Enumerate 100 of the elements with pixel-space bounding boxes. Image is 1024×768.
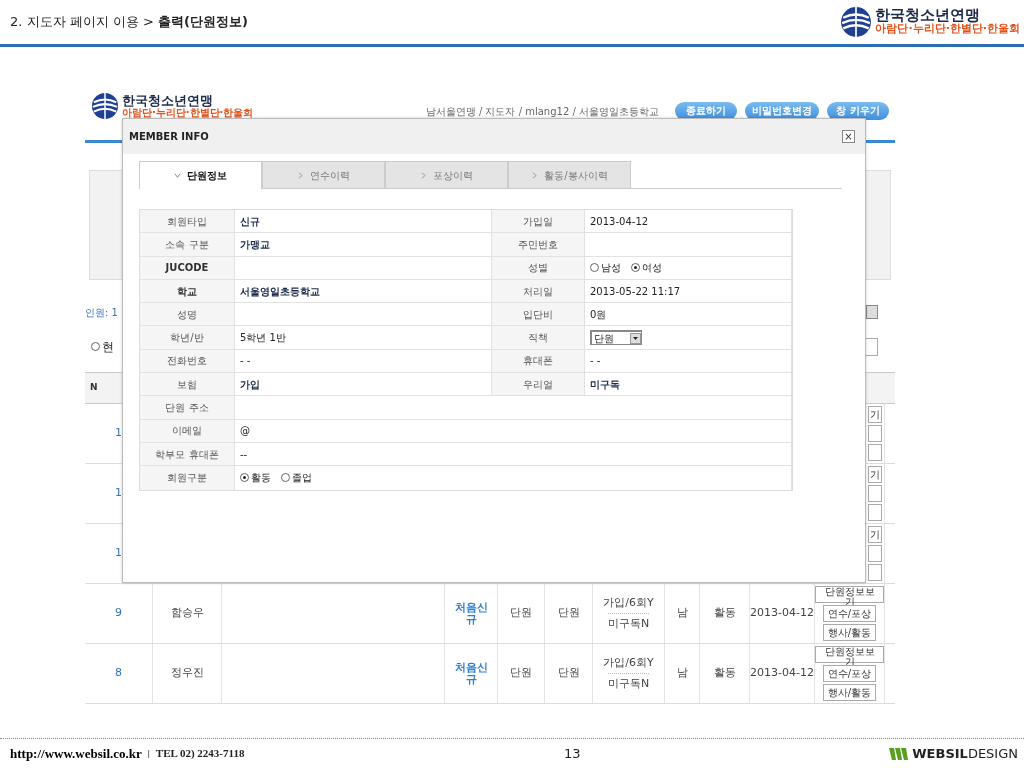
radio-label: 현 (102, 338, 114, 356)
field-label: 휴대폰 (523, 354, 553, 369)
table-cell: 단원 (557, 605, 580, 622)
row-button[interactable]: 기 (868, 526, 882, 543)
row-button[interactable]: 행사/활동 (822, 684, 877, 701)
radio-label: 여성 (642, 261, 662, 276)
radio-label: 남성 (601, 261, 621, 276)
field-label: 단원 주소 (165, 401, 209, 415)
field-value: 가맹교 (240, 237, 270, 252)
field-label: 학교 (177, 284, 197, 299)
row-button[interactable]: 단원정보보기 (815, 586, 884, 603)
field-value: 신규 (240, 214, 260, 229)
row-number: 1 (115, 545, 122, 562)
field-label: 입단비 (523, 307, 553, 322)
tab[interactable]: 포상이력 (385, 161, 508, 188)
field-label: 가입일 (523, 214, 553, 229)
field-value: 0원 (590, 307, 607, 322)
row-number: 1 (115, 485, 122, 502)
status-text: 가입/6회Y (603, 594, 654, 611)
member-name: 정우진 (170, 665, 204, 682)
field-value: 미구독 (590, 377, 620, 392)
website-link[interactable]: http://www.websil.co.kr (10, 743, 142, 764)
date-cell: 2013-04-12 (750, 665, 814, 682)
logo-name: 한국청소년연맹 (875, 8, 981, 24)
phone-number: TEL 02) 2243-7118 (155, 746, 245, 762)
slide-title: 2. 지도자 페이지 이용 > 출력(단원정보) (10, 13, 248, 32)
leaf-icon (888, 745, 911, 762)
table-cell: 단원 (557, 665, 580, 682)
gender-cell: 남 (676, 605, 688, 622)
row-button[interactable]: 단원정보보기 (815, 646, 884, 663)
field-label: 이메일 (172, 424, 202, 439)
field-value: 2013-05-22 11:17 (590, 284, 681, 299)
brand-logo-text: WEBSILDESIGN (912, 744, 1018, 763)
field-value: @ (240, 424, 250, 439)
tab[interactable]: 연수이력 (262, 161, 385, 188)
field-label: 학년/반 (170, 331, 204, 346)
field-value: -- (240, 447, 248, 462)
table-cell: 단원 (510, 665, 532, 682)
row-button[interactable]: 기 (868, 406, 882, 423)
member-type-link[interactable]: 처음신규 (453, 601, 489, 626)
date-cell: 2013-04-12 (750, 605, 814, 622)
close-button[interactable]: × (842, 130, 855, 143)
logo-name: 한국청소년연맹 (122, 94, 213, 107)
row-button[interactable]: 연수/포상 (822, 665, 877, 682)
row-button[interactable]: 기 (868, 466, 882, 483)
row-button[interactable] (868, 504, 882, 521)
separator-text: | (147, 746, 150, 760)
page-number: 13 (564, 744, 581, 763)
member-name: 함승우 (170, 605, 204, 622)
member-type-link[interactable]: 처음신규 (453, 661, 489, 686)
field-value: - - (590, 354, 601, 369)
radio-label: 활동 (251, 471, 271, 486)
emblem-icon (840, 6, 873, 38)
gender-cell: 남 (676, 665, 688, 682)
field-value: 서울영일초등학교 (240, 284, 320, 299)
member-count: 인원: 1 (85, 306, 118, 320)
field-label: 전화번호 (167, 354, 207, 369)
status-text: 가입/6회Y (603, 654, 654, 671)
row-button[interactable] (868, 485, 882, 502)
field-value: - - (240, 354, 251, 369)
field-value: 5학년 1반 (240, 331, 286, 346)
row-button[interactable] (868, 564, 882, 581)
logo-tagline: 아람단·누리단·한별단·한울회 (875, 23, 1020, 36)
field-label: 학부모 휴대폰 (155, 447, 219, 462)
tab[interactable]: 활동/봉사이력 (508, 161, 631, 188)
logo-tagline: 아람단·누리단·한별단·한울회 (122, 107, 254, 118)
field-value: 가입 (240, 377, 260, 392)
field-label: 성명 (177, 307, 197, 322)
field-label: 처리일 (523, 284, 553, 299)
field-label: 회원구분 (167, 471, 207, 486)
state-cell: 활동 (713, 665, 736, 682)
row-number: 9 (115, 605, 122, 622)
status-text: 미구독N (607, 613, 650, 635)
tab[interactable]: 단원정보 (139, 161, 262, 189)
radio-label: 졸업 (292, 471, 312, 486)
chevron-icon (420, 171, 427, 179)
position-select[interactable]: 단원 (590, 330, 642, 346)
field-label: 우리얼 (523, 377, 553, 392)
row-number: 1 (115, 425, 122, 442)
chevron-icon (174, 172, 181, 179)
field-label: 주민번호 (518, 237, 558, 252)
row-button[interactable] (868, 545, 882, 562)
field-label: JUCODE (165, 261, 209, 276)
row-button[interactable] (868, 425, 882, 442)
dialog-title: MEMBER INFO (129, 130, 209, 144)
field-value: 2013-04-12 (590, 214, 649, 229)
row-button[interactable] (868, 444, 882, 461)
emblem-icon (91, 92, 119, 120)
column-header: N (90, 381, 98, 395)
row-number: 8 (115, 665, 122, 682)
chevron-icon (297, 171, 304, 179)
field-label: 회원타입 (167, 214, 207, 229)
row-button[interactable]: 행사/활동 (822, 624, 877, 641)
table-cell: 단원 (510, 605, 532, 622)
chevron-icon (531, 171, 539, 179)
field-label: 직책 (528, 331, 548, 346)
row-button[interactable]: 연수/포상 (822, 605, 877, 622)
status-text: 미구독N (607, 673, 650, 695)
field-label: 소속 구분 (165, 237, 209, 252)
state-cell: 활동 (713, 605, 736, 622)
